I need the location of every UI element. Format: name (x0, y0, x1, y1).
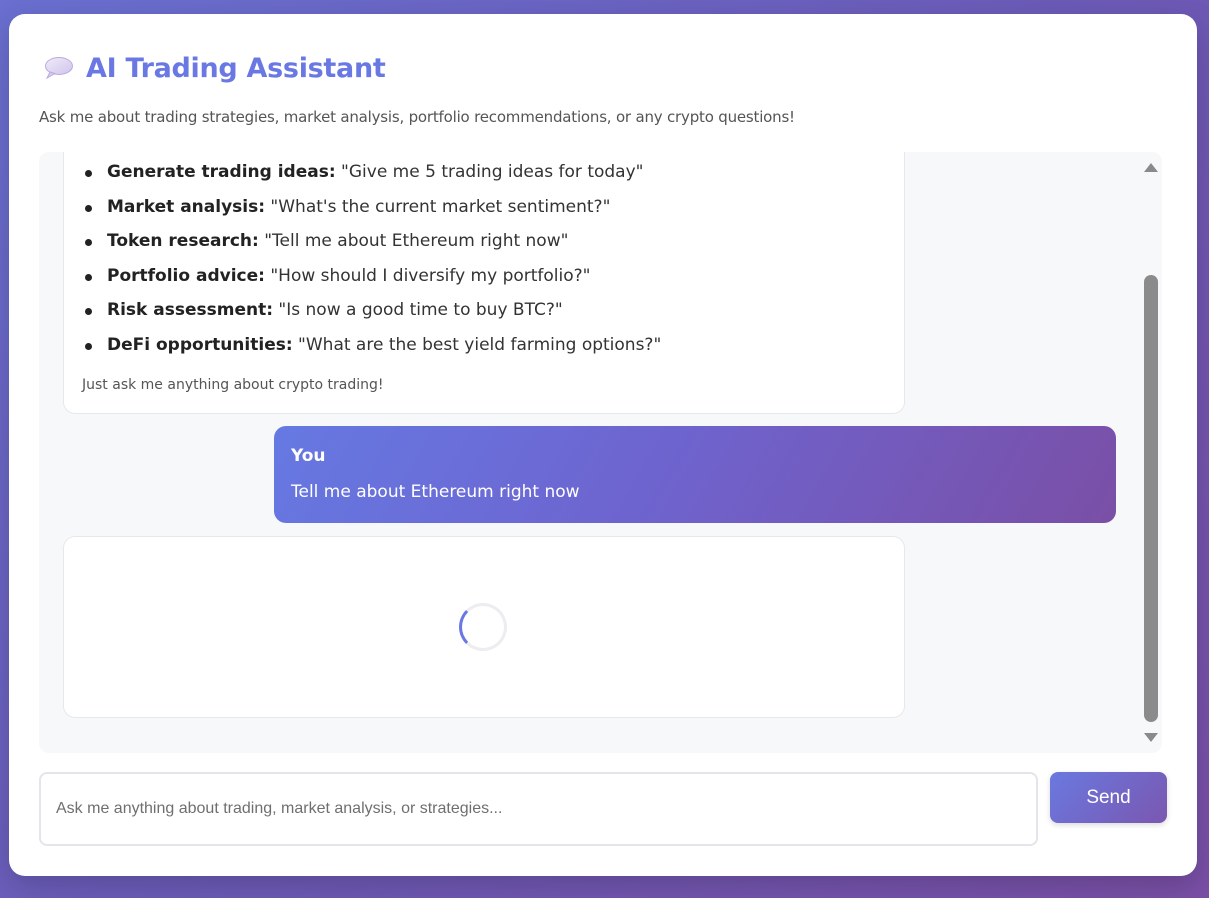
message-input-wrapper (39, 772, 1038, 846)
list-item: Portfolio advice: "How should I diversif… (83, 259, 661, 294)
list-item: Market analysis: "What's the current mar… (83, 190, 661, 225)
panel-header: AI Trading Assistant (44, 48, 386, 88)
message-text: Tell me about Ethereum right now (291, 482, 580, 502)
user-message: You Tell me about Ethereum right now (274, 426, 1116, 523)
assistant-loading-message (63, 536, 905, 718)
page-title: AI Trading Assistant (86, 52, 386, 84)
page-subtitle: Ask me about trading strategies, market … (39, 108, 795, 126)
scroll-down-arrow-icon[interactable] (1144, 733, 1158, 742)
scrollbar-thumb[interactable] (1144, 275, 1158, 722)
example-prompt: "What's the current market sentiment?" (270, 196, 611, 217)
list-item: Token research: "Tell me about Ethereum … (83, 224, 661, 259)
example-prompt: "What are the best yield farming options… (298, 334, 662, 355)
example-prompts-list: Generate trading ideas: "Give me 5 tradi… (83, 155, 661, 363)
chat-scrollbar[interactable] (1140, 152, 1162, 753)
scroll-up-arrow-icon[interactable] (1144, 163, 1158, 172)
example-prompt: "Tell me about Ethereum right now" (264, 231, 569, 252)
example-prompt: "Is now a good time to buy BTC?" (278, 300, 563, 321)
message-input[interactable] (41, 774, 1036, 844)
list-item: DeFi opportunities: "What are the best y… (83, 328, 661, 363)
send-button[interactable]: Send (1050, 772, 1167, 823)
example-label: Risk assessment: (107, 300, 274, 321)
assistant-panel: AI Trading Assistant Ask me about tradin… (9, 14, 1197, 876)
assistant-closing-text: Just ask me anything about crypto tradin… (82, 377, 384, 393)
example-label: Generate trading ideas: (107, 162, 336, 182)
example-label: Portfolio advice: (107, 265, 265, 286)
example-label: DeFi opportunities: (107, 334, 293, 355)
assistant-message: Generate trading ideas: "Give me 5 tradi… (63, 152, 905, 414)
example-prompt: "Give me 5 trading ideas for today" (341, 162, 644, 182)
message-sender: You (291, 446, 326, 466)
list-item: Generate trading ideas: "Give me 5 tradi… (83, 155, 661, 190)
example-prompt: "How should I diversify my portfolio?" (270, 265, 591, 286)
list-item: Risk assessment: "Is now a good time to … (83, 293, 661, 328)
chat-log[interactable]: Generate trading ideas: "Give me 5 tradi… (39, 152, 1162, 753)
speech-bubble-icon (45, 57, 73, 80)
loading-spinner-icon (459, 603, 507, 651)
example-label: Token research: (107, 231, 259, 252)
example-label: Market analysis: (107, 196, 266, 217)
